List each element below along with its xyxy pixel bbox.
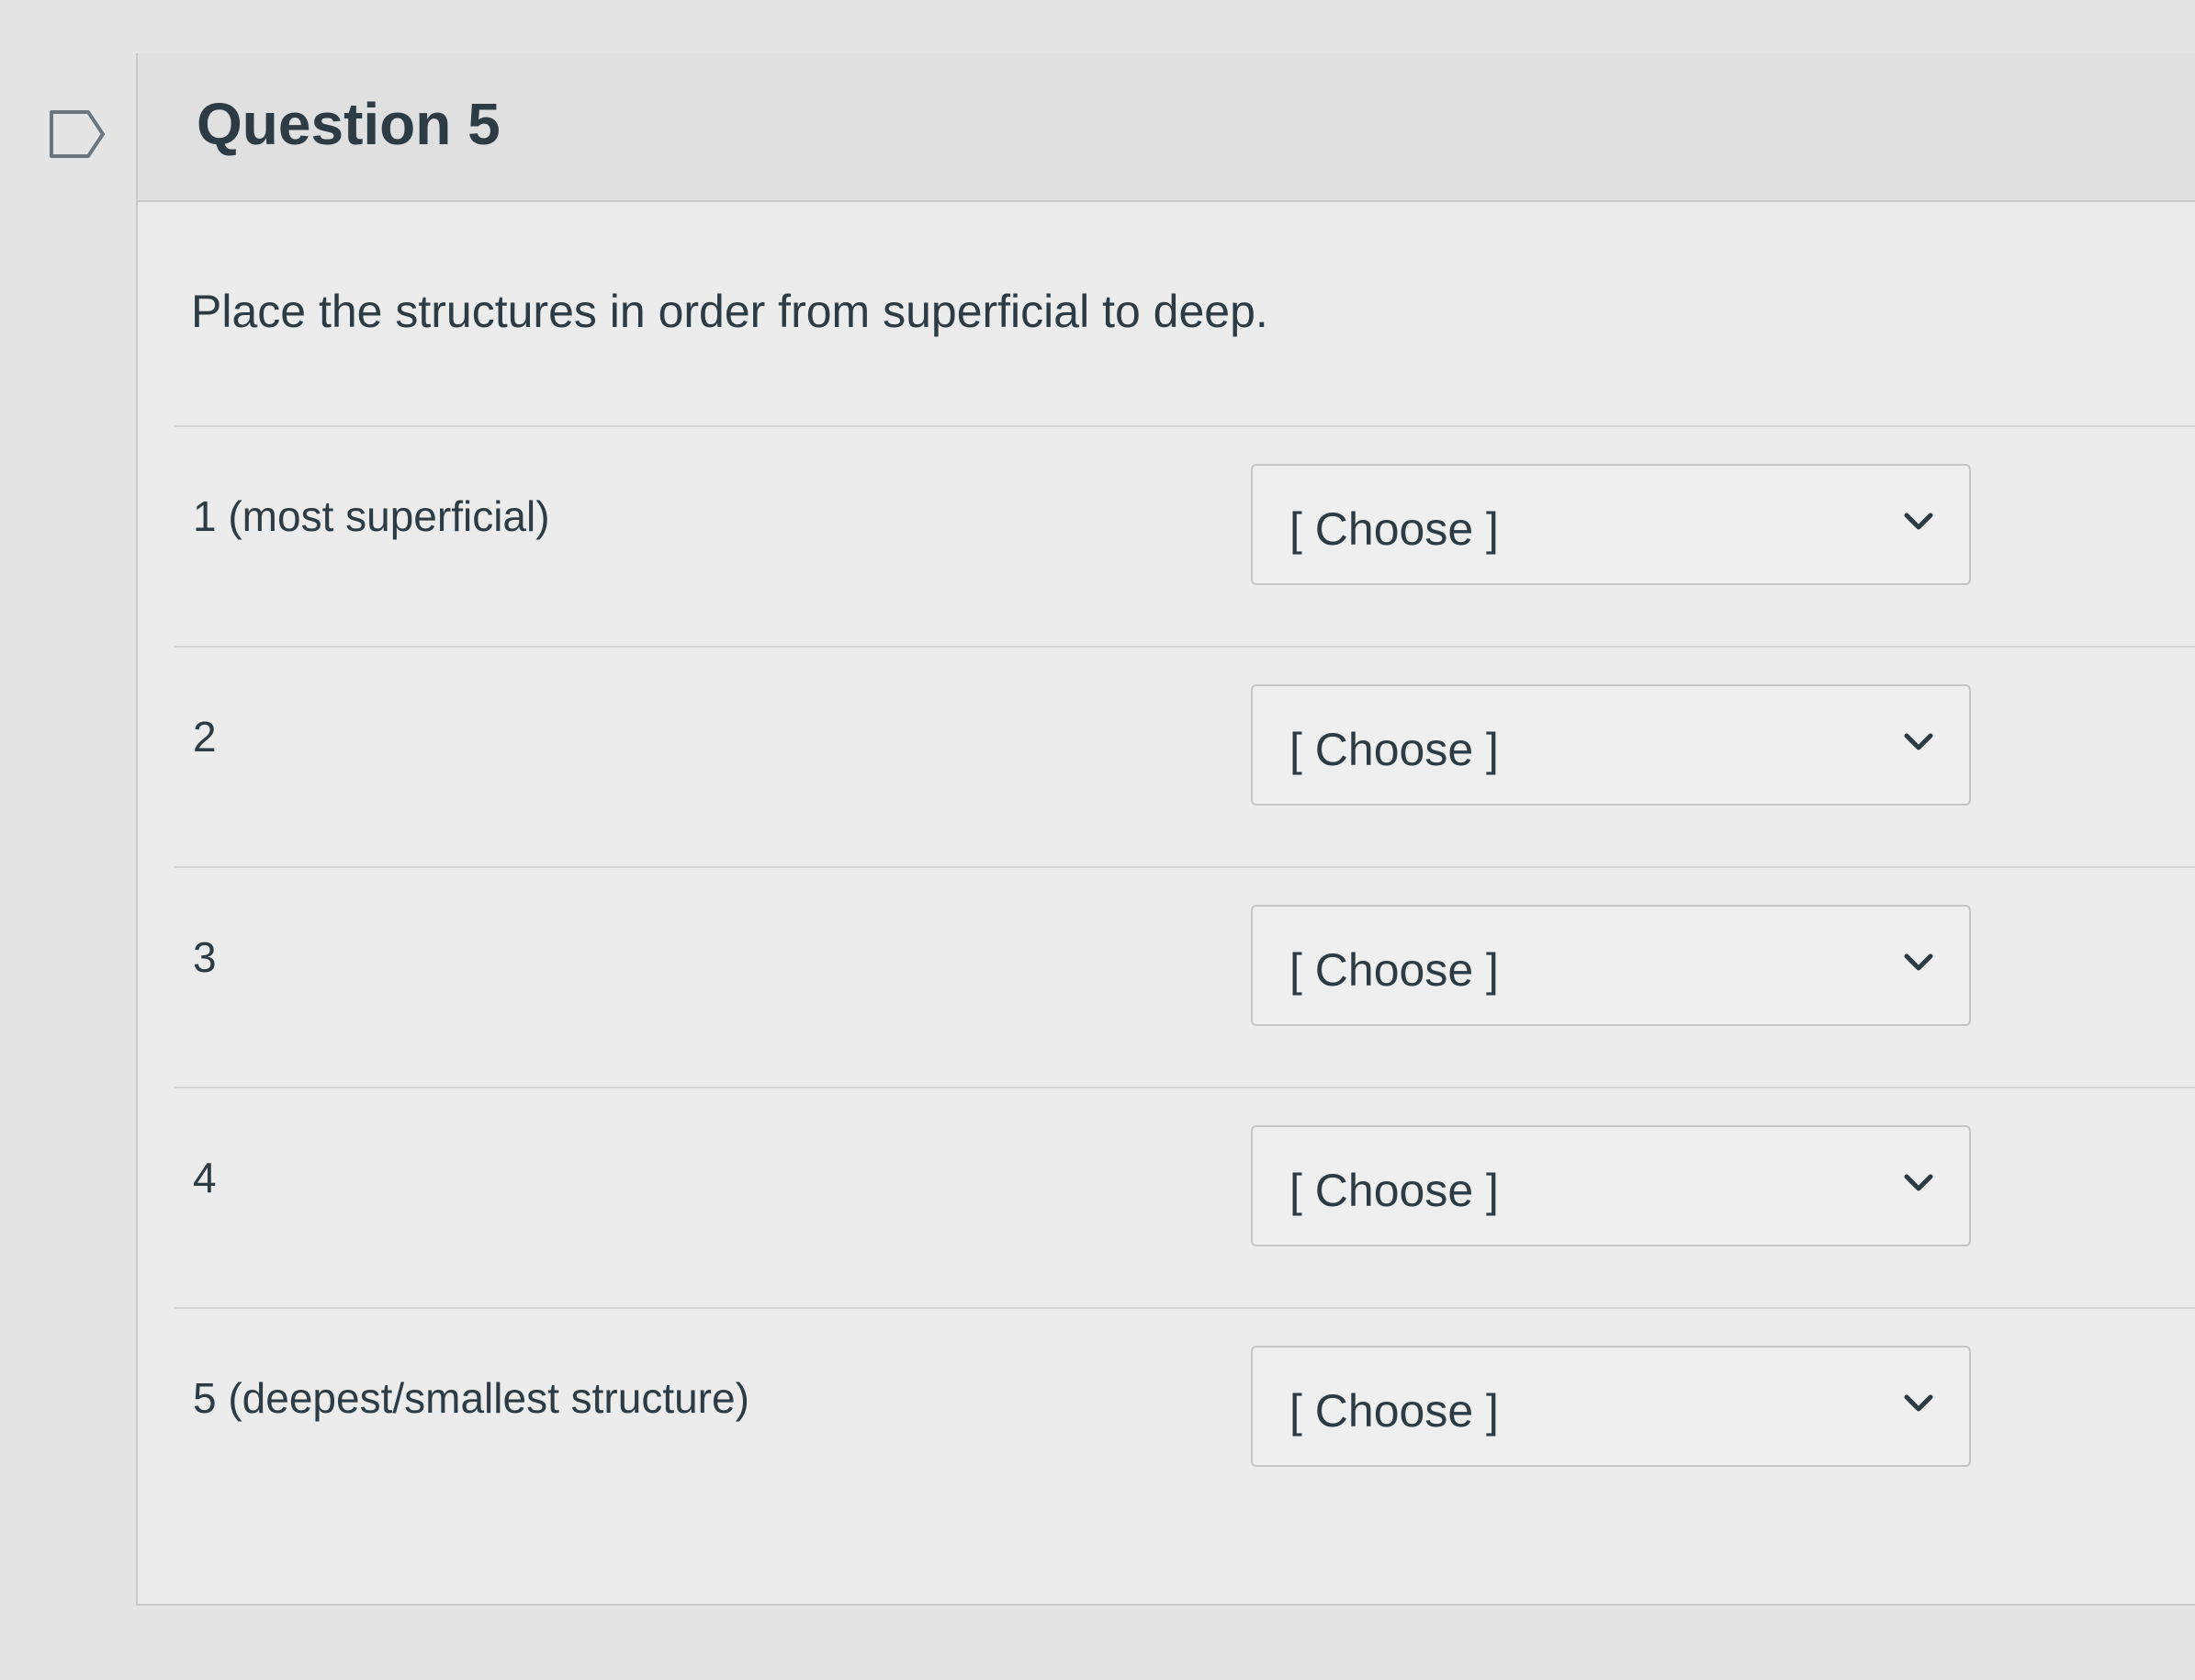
question-prompt: Place the structures in order from super… bbox=[191, 286, 1268, 337]
dropdown-selected-value: [ Choose ] bbox=[1289, 724, 1499, 775]
answer-row-5: 5 (deepest/smallest structure) [ Choose … bbox=[174, 1307, 2195, 1528]
answer-row-4: 4 [ Choose ] bbox=[174, 1087, 2195, 1307]
answer-row-label: 5 (deepest/smallest structure) bbox=[193, 1374, 749, 1422]
question-title: Question 5 bbox=[197, 91, 501, 157]
answer-row-label: 4 bbox=[193, 1154, 217, 1201]
dropdown-selected-value: [ Choose ] bbox=[1289, 1165, 1499, 1216]
answer-row-1: 1 (most superficial) [ Choose ] bbox=[174, 425, 2195, 646]
chevron-down-icon bbox=[1904, 1174, 1933, 1191]
answer-row-label: 3 bbox=[193, 933, 217, 981]
dropdown-selected-value: [ Choose ] bbox=[1289, 503, 1499, 555]
chevron-down-icon bbox=[1904, 513, 1933, 530]
answer-row-3: 3 [ Choose ] bbox=[174, 866, 2195, 1087]
chevron-down-icon bbox=[1904, 953, 1933, 971]
answer-row-2: 2 [ Choose ] bbox=[174, 646, 2195, 866]
answer-row-label: 2 bbox=[193, 713, 217, 761]
question-header: Question 5 bbox=[138, 53, 2195, 202]
answer-row-label: 1 (most superficial) bbox=[193, 492, 550, 540]
question-card: Question 5 Place the structures in order… bbox=[136, 53, 2195, 1606]
chevron-down-icon bbox=[1904, 1394, 1933, 1412]
dropdown-selected-value: [ Choose ] bbox=[1289, 1385, 1499, 1437]
choose-dropdown-3[interactable]: [ Choose ] bbox=[1251, 905, 1971, 1026]
chevron-down-icon bbox=[1904, 733, 1933, 750]
choose-dropdown-2[interactable]: [ Choose ] bbox=[1251, 684, 1971, 806]
choose-dropdown-5[interactable]: [ Choose ] bbox=[1251, 1346, 1971, 1467]
dropdown-selected-value: [ Choose ] bbox=[1289, 944, 1499, 996]
flag-question-icon[interactable] bbox=[48, 108, 107, 160]
choose-dropdown-4[interactable]: [ Choose ] bbox=[1251, 1125, 1971, 1246]
choose-dropdown-1[interactable]: [ Choose ] bbox=[1251, 464, 1971, 585]
